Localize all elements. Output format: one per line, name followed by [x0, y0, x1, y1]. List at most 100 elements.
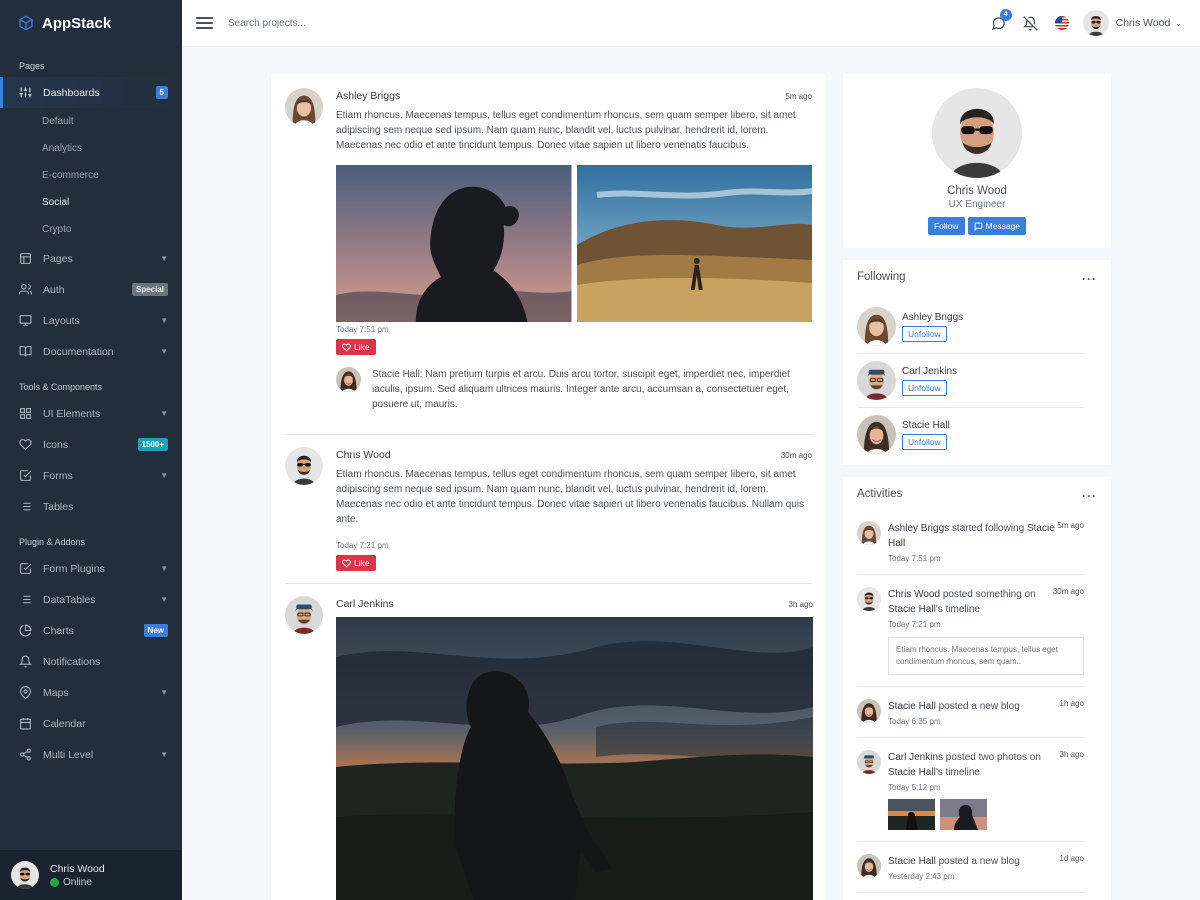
sidebar-item-charts[interactable]: Charts New	[0, 615, 182, 646]
following-item: Ashley Briggs Unfollow	[857, 300, 1084, 354]
notifications-button[interactable]	[1022, 15, 1038, 31]
sidebar-user-name: Chris Wood	[50, 862, 105, 875]
avatar[interactable]	[857, 307, 896, 346]
like-button[interactable]: Like	[336, 555, 376, 571]
activity-time: 3h ago	[1059, 750, 1084, 759]
sidebar-label: Notifications	[43, 655, 101, 668]
message-button[interactable]: Message	[967, 217, 1027, 235]
post-author[interactable]: Carl Jenkins	[336, 598, 394, 610]
sidebar-item-maps[interactable]: Maps ▼	[0, 677, 182, 708]
activity-date: Today 6:35 pm	[888, 717, 941, 726]
section-title-plugins: Plugin & Addons	[19, 537, 86, 547]
sidebar-sub-ecommerce[interactable]: E-commerce	[0, 162, 182, 189]
post-time: 5m ago	[785, 92, 812, 101]
avatar[interactable]	[857, 521, 881, 545]
sidebar-item-calendar[interactable]: Calendar	[0, 708, 182, 739]
avatar[interactable]	[336, 367, 361, 392]
avatar[interactable]	[857, 750, 881, 774]
user-menu[interactable]: Chris Wood ⌄	[1083, 10, 1182, 36]
sidebar-sub-default[interactable]: Default	[0, 108, 182, 135]
unfollow-button[interactable]: Unfollow	[902, 433, 947, 450]
activity-text: Carl Jenkins posted two photos on Stacie…	[888, 752, 1041, 778]
avatar[interactable]	[285, 596, 323, 634]
avatar[interactable]	[285, 88, 323, 126]
avatar[interactable]	[857, 587, 881, 611]
activity-time: 1h ago	[1059, 699, 1084, 708]
layout-icon	[19, 252, 32, 265]
sidebar-sub-crypto[interactable]: Crypto	[0, 216, 182, 243]
sidebar-label: Pages	[43, 252, 73, 265]
section-title-pages: Pages	[19, 61, 45, 71]
search-input[interactable]	[228, 17, 428, 29]
unfollow-button[interactable]: Unfollow	[902, 379, 947, 396]
divider	[285, 434, 812, 435]
icons-count-badge: 1500+	[137, 438, 168, 451]
messages-count-badge: 4	[999, 8, 1012, 21]
follow-button[interactable]: Follow	[927, 217, 965, 235]
sidebar-item-ui-elements[interactable]: UI Elements ▼	[0, 398, 182, 429]
hamburger-menu-icon[interactable]	[196, 14, 213, 32]
activity-photo-thumbnail[interactable]	[888, 799, 935, 830]
sidebar-item-icons[interactable]: Icons 1500+	[0, 429, 182, 460]
post-time: 30m ago	[780, 451, 812, 460]
brand[interactable]: AppStack	[0, 0, 182, 46]
following-title: Following	[857, 271, 906, 283]
more-horizontal-icon[interactable]: ···	[1082, 489, 1097, 503]
sidebar-label: Multi Level	[43, 748, 94, 761]
post-photo-sunset[interactable]	[336, 617, 813, 900]
activity-item: Chris Wood posted something on Stacie Ha…	[857, 575, 1084, 687]
sidebar-sub-analytics[interactable]: Analytics	[0, 135, 182, 162]
sidebar-item-form-plugins[interactable]: Form Plugins ▼	[0, 553, 182, 584]
grid-icon	[19, 407, 32, 420]
avatar[interactable]	[857, 361, 896, 400]
activity-date: Today 5:12 pm	[888, 783, 941, 792]
post-author[interactable]: Chris Wood	[336, 449, 391, 461]
sidebar-item-notifications[interactable]: Notifications	[0, 646, 182, 677]
sidebar-label: Charts	[43, 624, 74, 637]
following-name[interactable]: Ashley Briggs	[902, 312, 963, 323]
divider	[285, 583, 812, 584]
sidebar-item-tables[interactable]: Tables	[0, 491, 182, 522]
avatar[interactable]	[857, 415, 896, 454]
avatar	[11, 861, 39, 889]
comment: Stacie Hall: Nam pretium turpis et arcu.…	[336, 367, 812, 412]
activity-quote: Etiam rhoncus. Maecenas tempus, tellus e…	[888, 637, 1084, 675]
activity-photo-thumbnail[interactable]	[940, 799, 987, 830]
more-horizontal-icon[interactable]: ···	[1082, 272, 1097, 286]
post-photo-silhouette[interactable]	[336, 165, 572, 322]
activity-item: Stacie Hall posted a new blog Yesterday …	[857, 842, 1084, 893]
heart-icon	[19, 438, 32, 451]
like-button[interactable]: Like	[336, 339, 376, 355]
sliders-icon	[19, 86, 32, 99]
avatar[interactable]	[857, 699, 881, 723]
post-author[interactable]: Ashley Briggs	[336, 90, 400, 102]
sidebar-item-forms[interactable]: Forms ▼	[0, 460, 182, 491]
sidebar-item-documentation[interactable]: Documentation ▼	[0, 336, 182, 367]
chevron-down-icon: ▼	[160, 688, 168, 697]
avatar[interactable]	[285, 447, 323, 485]
sidebar-item-pages[interactable]: Pages ▼	[0, 243, 182, 274]
sidebar-item-layouts[interactable]: Layouts ▼	[0, 305, 182, 336]
sidebar-item-multi-level[interactable]: Multi Level ▼	[0, 739, 182, 770]
profile-name: Chris Wood	[947, 185, 1007, 197]
messages-button[interactable]: 4	[991, 8, 1012, 31]
like-label: Like	[354, 558, 370, 568]
unfollow-button[interactable]: Unfollow	[902, 325, 947, 342]
post-photo-landscape[interactable]	[576, 165, 812, 322]
profile-avatar[interactable]	[932, 88, 1022, 178]
top-user-name: Chris Wood	[1115, 17, 1171, 29]
avatar[interactable]	[857, 854, 881, 878]
sidebar-user[interactable]: Chris Wood Online	[0, 850, 182, 900]
section-title-tools: Tools & Components	[19, 382, 103, 392]
sidebar-item-dashboards[interactable]: Dashboards 5	[0, 77, 182, 108]
us-flag-icon[interactable]	[1054, 16, 1069, 30]
activity-date: Yesterday 2:43 pm	[888, 872, 955, 881]
check-square-icon	[19, 562, 32, 575]
sidebar-item-auth[interactable]: Auth Special	[0, 274, 182, 305]
like-label: Like	[354, 342, 370, 352]
following-name[interactable]: Stacie Hall	[902, 420, 950, 431]
following-name[interactable]: Carl Jenkins	[902, 366, 957, 377]
sidebar-sub-social[interactable]: Social	[0, 189, 182, 216]
check-square-icon	[19, 469, 32, 482]
sidebar-item-datatables[interactable]: DataTables ▼	[0, 584, 182, 615]
